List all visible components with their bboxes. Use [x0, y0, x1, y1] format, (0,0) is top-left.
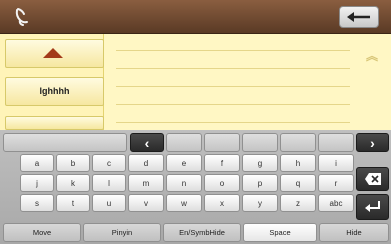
blank-key[interactable] — [204, 133, 240, 152]
enter-icon — [364, 201, 380, 212]
guide-line — [116, 68, 350, 69]
chevron-left-icon: ‹ — [144, 134, 150, 151]
candidate-slot[interactable] — [5, 116, 104, 130]
top-bar — [0, 0, 391, 34]
chevron-right-icon: › — [370, 134, 375, 151]
pinyin-button[interactable]: Pinyin — [83, 223, 161, 242]
blank-key[interactable] — [3, 133, 127, 152]
key-l[interactable]: l — [92, 174, 126, 192]
key-t[interactable]: t — [56, 194, 90, 212]
backspace-arrow-icon — [347, 12, 370, 22]
nav-right-key[interactable]: › — [356, 133, 389, 152]
key-x[interactable]: x — [204, 194, 240, 212]
blank-key[interactable] — [166, 133, 202, 152]
key-y[interactable]: y — [242, 194, 278, 212]
space-button[interactable]: Space — [243, 223, 317, 242]
keyboard: ‹ › a b c d e f g h i j k l m n o p q r … — [0, 130, 391, 244]
double-chevron-up-icon[interactable]: ︽ — [366, 47, 378, 64]
key-j[interactable]: j — [20, 174, 54, 192]
key-a[interactable]: a — [20, 154, 54, 172]
key-s[interactable]: s — [20, 194, 54, 212]
key-v[interactable]: v — [128, 194, 164, 212]
handwriting-area[interactable]: ︽ — [104, 34, 391, 130]
key-z[interactable]: z — [280, 194, 316, 212]
blank-key[interactable] — [242, 133, 278, 152]
key-abc[interactable]: abc — [318, 194, 354, 212]
nav-left-key[interactable]: ‹ — [130, 133, 164, 152]
close-icon — [364, 173, 381, 185]
key-o[interactable]: o — [204, 174, 240, 192]
key-m[interactable]: m — [128, 174, 164, 192]
key-r[interactable]: r — [318, 174, 354, 192]
key-w[interactable]: w — [166, 194, 202, 212]
up-triangle-icon — [43, 48, 63, 58]
key-e[interactable]: e — [166, 154, 202, 172]
key-k[interactable]: k — [56, 174, 90, 192]
blank-key[interactable] — [280, 133, 316, 152]
key-u[interactable]: u — [92, 194, 126, 212]
guide-line — [116, 86, 350, 87]
key-b[interactable]: b — [56, 154, 90, 172]
ime-window: lghhhh ︽ ‹ › a b c d e f g h i j k l m n… — [0, 0, 391, 244]
guide-line — [116, 104, 350, 105]
guide-line — [116, 50, 350, 51]
guide-line — [116, 122, 350, 123]
key-q[interactable]: q — [280, 174, 316, 192]
key-i[interactable]: i — [318, 154, 354, 172]
hide-button[interactable]: Hide — [319, 223, 389, 242]
key-d[interactable]: d — [128, 154, 164, 172]
key-n[interactable]: n — [166, 174, 202, 192]
en-symb-hide-button[interactable]: En/SymbHide — [163, 223, 241, 242]
key-p[interactable]: p — [242, 174, 278, 192]
candidate-word-label: lghhhh — [39, 86, 70, 96]
candidate-up-button[interactable] — [5, 39, 104, 68]
candidate-word[interactable]: lghhhh — [5, 77, 104, 106]
candidate-panel: lghhhh — [0, 34, 104, 130]
blank-key[interactable] — [318, 133, 354, 152]
recognition-hand-icon[interactable] — [12, 6, 34, 28]
key-h[interactable]: h — [280, 154, 316, 172]
enter-key[interactable] — [356, 194, 389, 220]
backspace-button[interactable] — [339, 6, 379, 28]
key-f[interactable]: f — [204, 154, 240, 172]
key-c[interactable]: c — [92, 154, 126, 172]
move-button[interactable]: Move — [3, 223, 81, 242]
key-g[interactable]: g — [242, 154, 278, 172]
delete-key[interactable] — [356, 167, 389, 191]
